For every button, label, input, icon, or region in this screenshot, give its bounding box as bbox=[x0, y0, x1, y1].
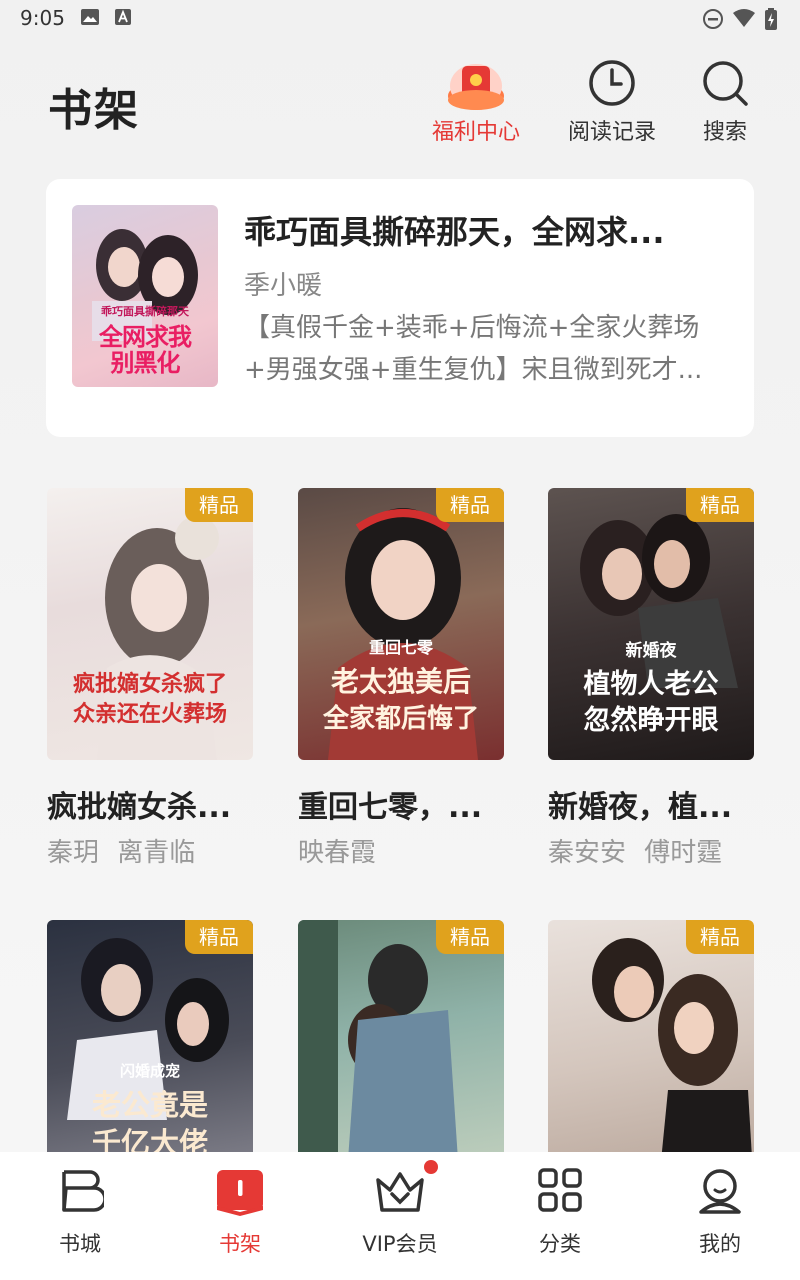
welfare-center-button[interactable]: 福利中心 bbox=[421, 52, 531, 146]
cover-title-2: 全家都后悔了 bbox=[322, 704, 479, 734]
nav-bookshelf[interactable]: 书架 bbox=[160, 1152, 320, 1280]
recent-book-card[interactable]: 乖巧面具撕碎那天 全网求我 别黑化 乖巧面具撕碎那天，全网求... 季小暖 【真… bbox=[46, 179, 754, 437]
user-icon bbox=[699, 1169, 741, 1214]
recent-cover-title-2: 别黑化 bbox=[110, 348, 181, 377]
book-cover[interactable]: 精品 重回七零 老太独美后 全家都后悔了 bbox=[298, 488, 504, 760]
cover-subtitle: 重回七零 bbox=[368, 638, 433, 657]
welfare-center-label: 福利中心 bbox=[431, 120, 520, 145]
cover-title-2: 忽然睁开眼 bbox=[583, 705, 719, 736]
author: 秦玥 bbox=[47, 838, 100, 868]
reading-history-button[interactable]: 阅读记录 bbox=[557, 52, 667, 146]
book-title: 重回七零，... bbox=[298, 790, 483, 825]
search-label: 搜索 bbox=[702, 120, 747, 145]
dnd-icon bbox=[703, 9, 723, 29]
wifi-icon bbox=[733, 9, 755, 27]
notification-dot bbox=[424, 1160, 438, 1174]
cover-title-2: 众亲还在火葬场 bbox=[72, 701, 227, 727]
premium-badge: 精品 bbox=[686, 488, 754, 522]
search-button[interactable]: 搜索 bbox=[670, 52, 780, 146]
clock-icon bbox=[589, 60, 635, 106]
recent-book-description: 【真假千金+装乖+后悔流+全家火葬场+男强女强+重生复仇】宋且微到死才... bbox=[244, 313, 703, 385]
category-grid-icon bbox=[538, 1168, 582, 1212]
cover-subtitle: 闪婚成宠 bbox=[119, 1062, 180, 1080]
recent-book-title: 乖巧面具撕碎那天，全网求... bbox=[244, 213, 665, 251]
author: 秦安安 bbox=[548, 838, 627, 868]
gallery-icon bbox=[81, 9, 99, 25]
bookstore-icon bbox=[62, 1170, 104, 1212]
status-bar: 9:05 bbox=[0, 0, 800, 36]
premium-badge: 精品 bbox=[185, 920, 253, 954]
reading-history-label: 阅读记录 bbox=[567, 120, 656, 145]
author: 离青临 bbox=[117, 838, 196, 868]
battery-icon bbox=[765, 8, 777, 30]
premium-badge: 精品 bbox=[436, 488, 504, 522]
page-title: 书架 bbox=[48, 85, 140, 136]
author: 傅时霆 bbox=[644, 838, 723, 868]
recent-book-cover[interactable]: 乖巧面具撕碎那天 全网求我 别黑化 bbox=[72, 205, 218, 387]
nav-label: 分类 bbox=[539, 1232, 581, 1256]
nav-bookstore[interactable]: 书城 bbox=[0, 1152, 160, 1280]
nav-label: 书城 bbox=[59, 1232, 101, 1256]
nav-label: 书架 bbox=[219, 1232, 261, 1256]
book-cover[interactable]: 精品 疯批嫡女杀疯了 众亲还在火葬场 bbox=[47, 488, 253, 760]
book-authors: 秦安安 傅时霆 bbox=[548, 832, 754, 869]
search-icon bbox=[703, 61, 748, 106]
red-envelope-icon bbox=[448, 64, 504, 110]
crown-icon bbox=[376, 1172, 424, 1212]
author: 映春霞 bbox=[298, 838, 377, 868]
font-icon bbox=[115, 9, 131, 25]
book-title: 新婚夜，植... bbox=[548, 790, 733, 825]
book-authors: 映春霞 bbox=[298, 832, 504, 869]
book-title: 疯批嫡女杀... bbox=[47, 790, 232, 825]
premium-badge: 精品 bbox=[686, 920, 754, 954]
cover-subtitle: 新婚夜 bbox=[625, 641, 677, 661]
status-time: 9:05 bbox=[20, 6, 65, 30]
cover-title-1: 老公竟是 bbox=[91, 1088, 208, 1122]
recent-book-author: 季小暖 bbox=[244, 271, 323, 301]
bookshelf-icon bbox=[217, 1170, 263, 1216]
book-cover[interactable]: 精品 新婚夜 植物人老公 忽然睁开眼 bbox=[548, 488, 754, 760]
nav-label: VIP会员 bbox=[362, 1232, 438, 1256]
nav-label: 我的 bbox=[699, 1232, 741, 1256]
cover-title-1: 疯批嫡女杀疯了 bbox=[72, 671, 227, 697]
book-authors: 秦玥 离青临 bbox=[47, 832, 253, 869]
nav-profile[interactable]: 我的 bbox=[640, 1152, 800, 1280]
cover-title-1: 植物人老公 bbox=[583, 669, 719, 700]
bottom-nav: 书城 书架 VIP会员 分类 我的 bbox=[0, 1152, 800, 1280]
nav-vip[interactable]: VIP会员 bbox=[320, 1152, 480, 1280]
premium-badge: 精品 bbox=[185, 488, 253, 522]
nav-category[interactable]: 分类 bbox=[480, 1152, 640, 1280]
premium-badge: 精品 bbox=[436, 920, 504, 954]
cover-title-1: 老太独美后 bbox=[330, 665, 471, 698]
